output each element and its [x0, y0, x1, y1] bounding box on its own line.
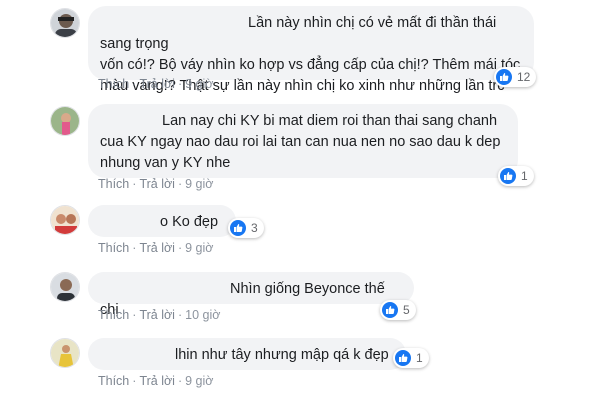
- comment-meta: Thích · Trả lời · 9 giờ: [98, 241, 214, 255]
- timestamp[interactable]: 9 giờ: [185, 241, 213, 255]
- comment-meta: Thích · Trả lời · 10 giờ: [98, 308, 221, 322]
- reaction-count[interactable]: 3: [228, 218, 264, 238]
- thumbs-up-icon: [500, 168, 516, 184]
- timestamp[interactable]: 9 giờ: [185, 77, 213, 91]
- reaction-count[interactable]: 1: [393, 348, 429, 368]
- reply-link[interactable]: Trả lời: [139, 177, 175, 191]
- comment-bubble: o Ko đẹp: [88, 205, 236, 237]
- timestamp[interactable]: 9 giờ: [185, 374, 213, 388]
- timestamp[interactable]: 10 giờ: [185, 308, 220, 322]
- comment-text: vốn có!? Bộ váy nhìn ko hợp vs đẳng cấp …: [100, 57, 521, 73]
- comment-bubble: Nhìn giống Beyonce thế chị: [88, 272, 414, 318]
- reply-link[interactable]: Trả lời: [139, 241, 175, 255]
- like-link[interactable]: Thích: [98, 77, 129, 91]
- reply-link[interactable]: Trả lời: [139, 374, 175, 388]
- comment-bubble: Lan nay chi KY bi mat diem roi than thai…: [88, 104, 518, 178]
- reply-link[interactable]: Trả lời: [139, 308, 175, 322]
- thumbs-up-icon: [496, 69, 512, 85]
- comment-text: Lan nay chi KY bi mat diem roi than thai…: [162, 113, 498, 129]
- thumbs-up-icon: [230, 220, 246, 236]
- avatar[interactable]: [50, 272, 80, 302]
- comment-text: nhung van y KY nhe: [100, 155, 231, 171]
- comment-meta: Thích · Trả lời · 9 giờ: [98, 177, 214, 191]
- timestamp[interactable]: 9 giờ: [185, 177, 213, 191]
- comment-bubble: Lần này nhìn chị có vẻ mất đi thần thái …: [88, 6, 534, 94]
- like-link[interactable]: Thích: [98, 177, 129, 191]
- avatar[interactable]: [50, 8, 80, 38]
- comment-text: o Ko đẹp: [160, 214, 219, 230]
- comment-bubble: lhin như tây nhưng mập qá k đẹp: [88, 338, 406, 370]
- comment-meta: Thích · Trả lời · 9 giờ: [98, 374, 214, 388]
- like-link[interactable]: Thích: [98, 241, 129, 255]
- reaction-count[interactable]: 1: [498, 166, 534, 186]
- like-link[interactable]: Thích: [98, 308, 129, 322]
- reply-link[interactable]: Trả lời: [139, 77, 175, 91]
- like-link[interactable]: Thích: [98, 374, 129, 388]
- reaction-count[interactable]: 5: [380, 300, 416, 320]
- thumbs-up-icon: [382, 302, 398, 318]
- reaction-count[interactable]: 12: [494, 67, 537, 87]
- avatar[interactable]: [50, 106, 80, 136]
- comment-text: lhin như tây nhưng mập qá k đẹp: [175, 347, 389, 363]
- thumbs-up-icon: [395, 350, 411, 366]
- avatar[interactable]: [50, 205, 80, 235]
- comment-text: cua KY ngay nao dau roi lai tan can nua …: [100, 134, 501, 150]
- avatar[interactable]: [50, 338, 80, 368]
- comment-meta: Thích · Trả lời · 9 giờ: [98, 77, 214, 91]
